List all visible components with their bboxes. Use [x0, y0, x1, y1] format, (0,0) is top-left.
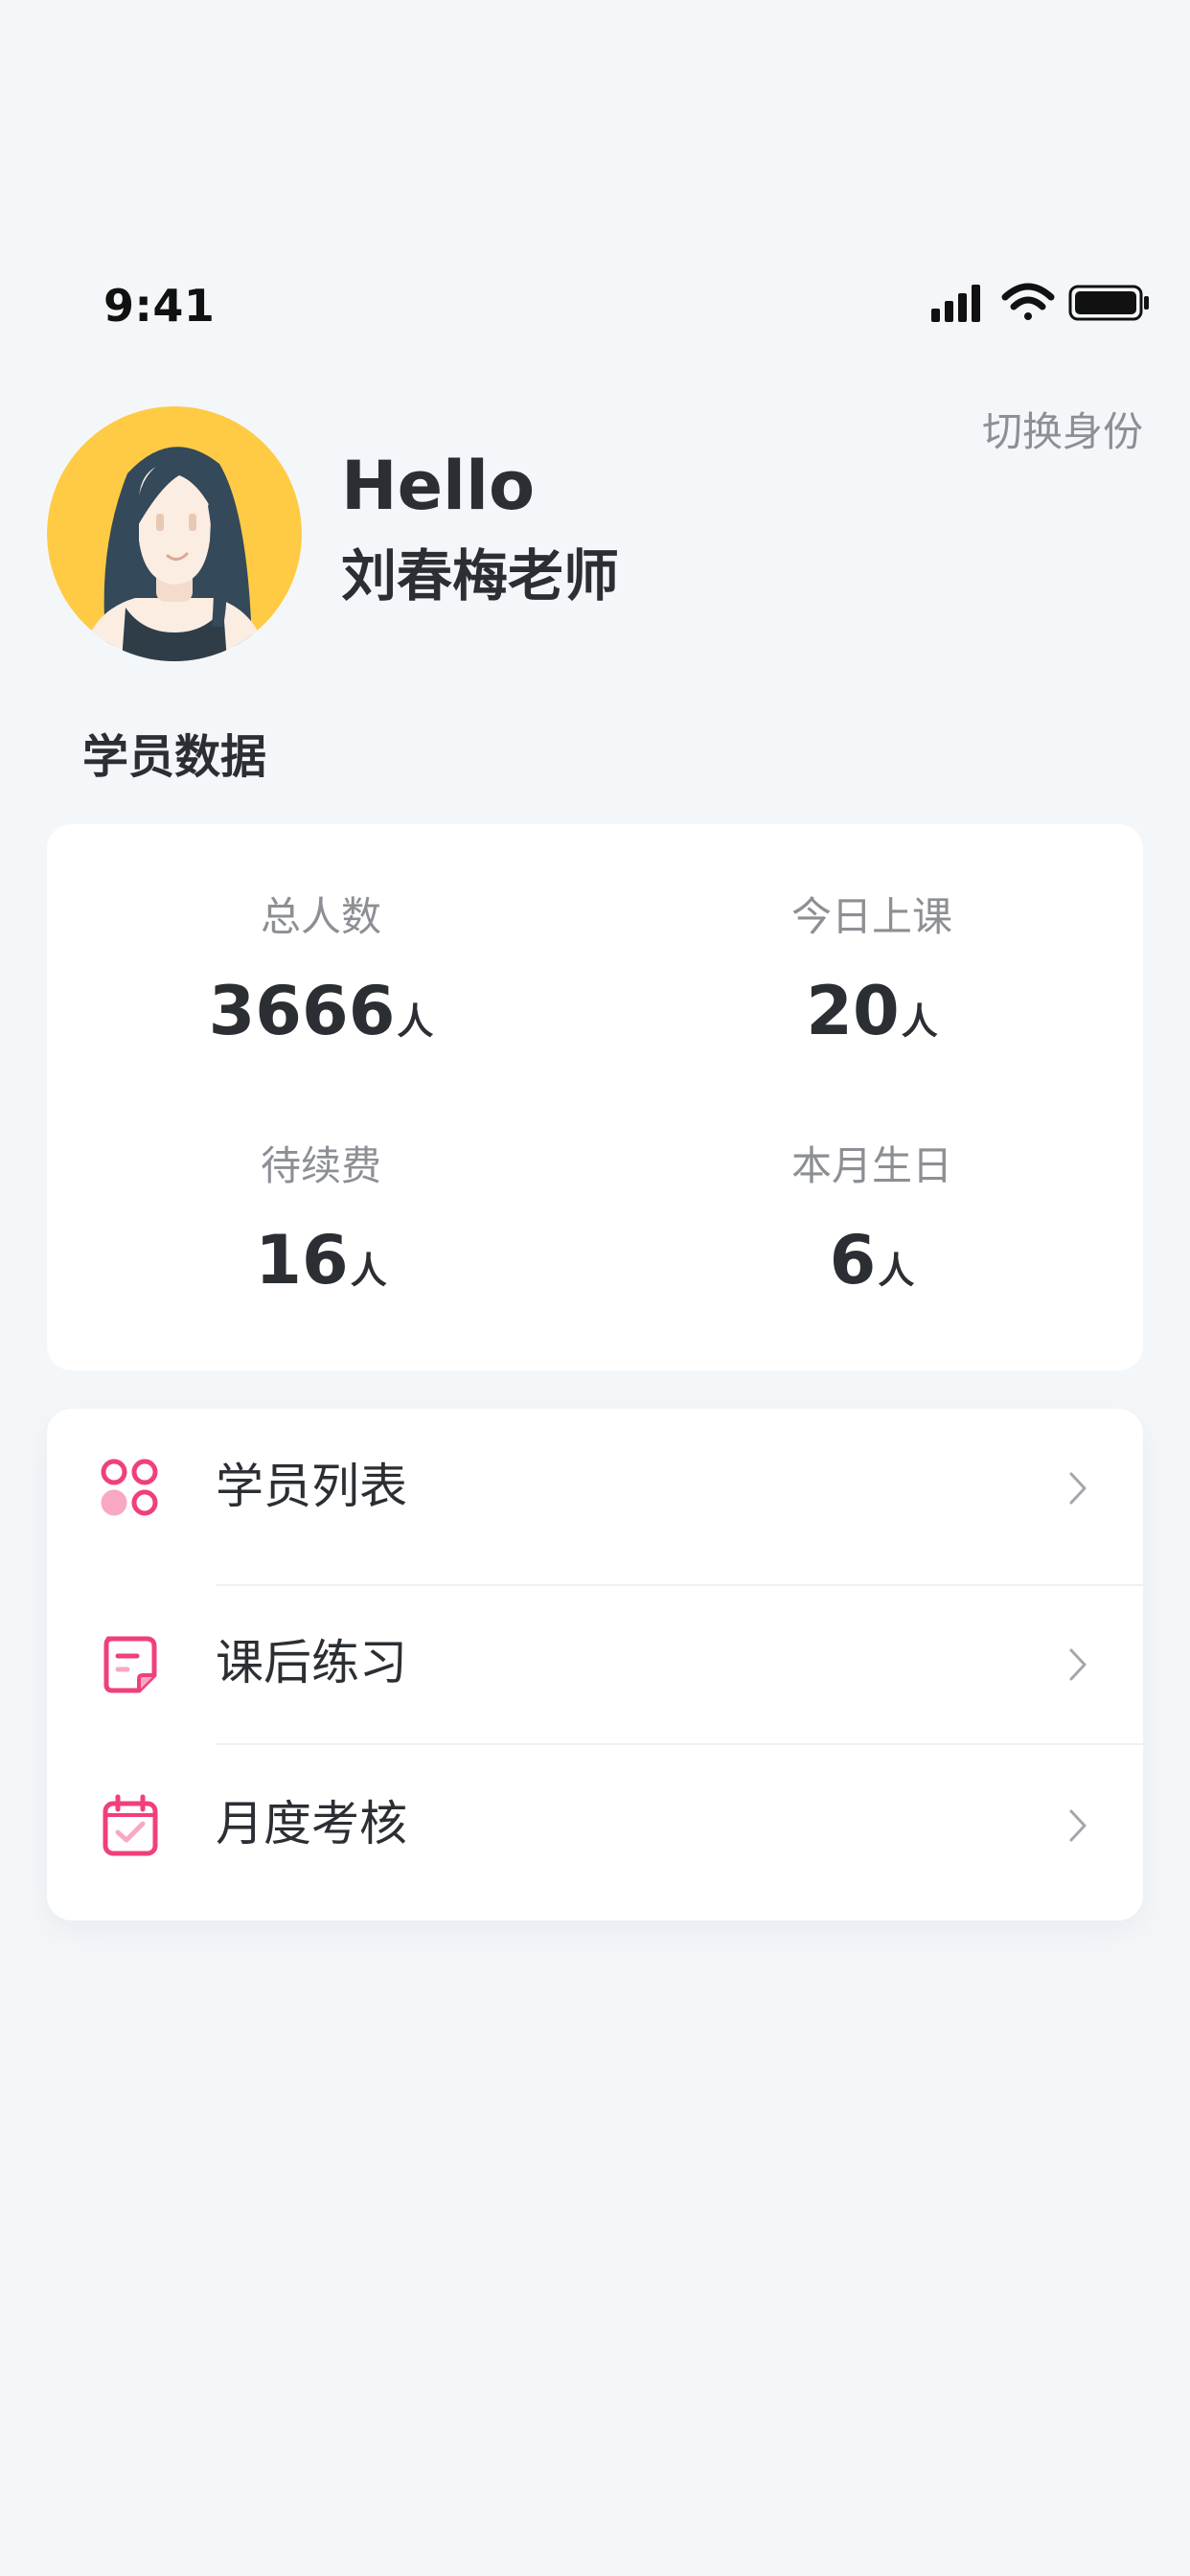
- stat-value: 16: [255, 1221, 349, 1300]
- student-stats-card: 总人数 3666人 今日上课 20人 待续费 16人 本月生日 6人: [47, 824, 1143, 1370]
- menu-item-label: 月度考核: [216, 1796, 407, 1852]
- wifi-icon: [1001, 283, 1055, 320]
- stat-value-row: 16人: [129, 1227, 513, 1294]
- monthly-assessment-icon: [103, 1794, 158, 1856]
- stat-unit: 人: [350, 1250, 387, 1292]
- stat-label: 待续费: [260, 1142, 381, 1189]
- menu-item-monthly-assessment[interactable]: 月度考核: [47, 1746, 1143, 1905]
- avatar[interactable]: [47, 406, 302, 661]
- stat-value: 6: [829, 1221, 877, 1300]
- greeting-text: Hello: [341, 447, 536, 525]
- stat-value: 20: [806, 972, 900, 1050]
- stat-value: 3666: [208, 972, 396, 1050]
- section-title: 学员数据: [82, 730, 267, 784]
- status-icons: [931, 283, 1149, 322]
- menu-item-label: 课后练习: [216, 1635, 407, 1690]
- menu-item-label: 学员列表: [216, 1459, 407, 1514]
- student-list-icon: [101, 1459, 158, 1516]
- status-time: 9:41: [103, 280, 216, 332]
- stat-unit: 人: [397, 1000, 434, 1043]
- stat-unit: 人: [878, 1250, 915, 1292]
- stat-label: 今日上课: [790, 893, 952, 940]
- switch-identity-link[interactable]: 切换身份: [982, 412, 1143, 452]
- chevron-right-icon: [1069, 1648, 1087, 1681]
- menu-item-student-list[interactable]: 学员列表: [47, 1409, 1143, 1568]
- chevron-right-icon: [1069, 1809, 1087, 1842]
- stat-birthdays-this-month[interactable]: 本月生日 6人: [680, 1142, 1064, 1295]
- teacher-name: 刘春梅老师: [341, 543, 620, 609]
- menu-card: 学员列表 课后练习 月度考核: [47, 1409, 1143, 1920]
- stat-value-row: 6人: [680, 1227, 1064, 1294]
- stat-total-students[interactable]: 总人数 3666人: [129, 893, 513, 1046]
- chevron-right-icon: [1069, 1472, 1087, 1505]
- menu-item-homework[interactable]: 课后练习: [47, 1585, 1143, 1744]
- stat-label: 总人数: [260, 893, 381, 940]
- stat-value-row: 20人: [680, 978, 1064, 1045]
- stat-today-classes[interactable]: 今日上课 20人: [680, 893, 1064, 1046]
- cellular-signal-icon: [931, 285, 980, 322]
- battery-icon: [1068, 285, 1149, 321]
- stat-unit: 人: [901, 1000, 938, 1043]
- divider: [216, 1743, 1143, 1745]
- stat-value-row: 3666人: [129, 978, 513, 1045]
- homework-icon: [103, 1636, 157, 1693]
- stat-label: 本月生日: [790, 1142, 952, 1189]
- stat-pending-renewal[interactable]: 待续费 16人: [129, 1142, 513, 1295]
